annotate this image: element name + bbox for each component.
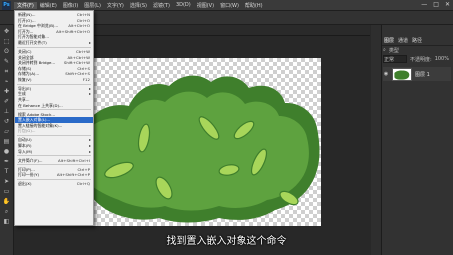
path-select-tool-icon[interactable]: ➤ — [2, 178, 11, 185]
menu-item-import[interactable]: 导入(M) ▸ — [15, 149, 93, 155]
blend-opacity-row: 正常 不透明度: 100% — [383, 55, 451, 63]
menu-edit[interactable]: 编辑(E) — [37, 2, 60, 9]
history-brush-tool-icon[interactable]: ↺ — [2, 118, 11, 125]
maximize-icon[interactable]: □ — [433, 1, 439, 8]
close-icon[interactable]: ✕ — [445, 1, 450, 8]
crop-tool-icon[interactable]: ⌗ — [2, 68, 11, 75]
submenu-arrow-icon: ▸ — [88, 39, 91, 45]
file-menu-dropdown: 新建(N)... Ctrl+N 打开(O)... Ctrl+O 在 Bridge 中… — [14, 10, 94, 226]
tab-layers[interactable]: 图层 — [384, 37, 394, 44]
menu-select[interactable]: 选择(S) — [127, 2, 150, 9]
menu-item-file-info[interactable]: 文件简介(F)... Alt+Shift+Ctrl+I — [15, 158, 93, 164]
color-swatches-icon[interactable]: ◧ — [2, 218, 11, 225]
menu-separator — [17, 164, 91, 166]
stamp-tool-icon[interactable]: ⊥ — [2, 108, 11, 115]
gradient-tool-icon[interactable]: ▤ — [2, 138, 11, 145]
menu-filter[interactable]: 滤镜(T) — [150, 2, 173, 9]
menu-help[interactable]: 帮助(H) — [242, 2, 266, 9]
video-subtitle: 找到置入嵌入对象这个命令 — [166, 236, 287, 247]
layer-thumbnail — [392, 67, 412, 81]
brush-tool-icon[interactable]: ✐ — [2, 98, 11, 105]
layer-name[interactable]: 图层 1 — [415, 71, 430, 78]
move-tool-icon[interactable]: ✥ — [2, 28, 11, 35]
canvas[interactable] — [89, 58, 321, 226]
quick-select-tool-icon[interactable]: ✎ — [2, 58, 11, 65]
layer-filter-label[interactable]: 类型 — [389, 47, 399, 54]
layers-panel-tabs: 图层 通道 路径 — [382, 36, 453, 46]
menu-separator — [17, 83, 91, 85]
menu-view[interactable]: 视图(V) — [194, 2, 217, 9]
eye-icon[interactable]: ◉ — [383, 71, 389, 77]
search-icon: ⌕ — [383, 47, 386, 53]
hand-tool-icon[interactable]: ✋ — [2, 198, 11, 205]
menu-item-print-one[interactable]: 打印一份(Y) Alt+Shift+Ctrl+P — [15, 172, 93, 178]
menu-3d[interactable]: 3D(D) — [173, 2, 194, 8]
opacity-value[interactable]: 100% — [435, 56, 449, 62]
dodge-tool-icon[interactable]: ● — [2, 148, 11, 155]
menu-item-package[interactable]: 打包(G)... — [15, 128, 93, 134]
pen-tool-icon[interactable]: ✒ — [2, 158, 11, 165]
menu-image[interactable]: 图像(I) — [60, 2, 81, 9]
menu-type[interactable]: 文字(Y) — [104, 2, 127, 9]
eyedropper-tool-icon[interactable]: ⌁ — [2, 78, 11, 85]
zoom-tool-icon[interactable]: ⌕ — [2, 208, 11, 215]
tab-channels[interactable]: 通道 — [398, 37, 408, 44]
tab-paths[interactable]: 路径 — [412, 37, 422, 44]
menu-item-revert[interactable]: 恢复(V) F12 — [15, 77, 93, 83]
layer-row[interactable]: ◉ 图层 1 — [383, 67, 451, 81]
submenu-arrow-icon: ▸ — [88, 148, 91, 154]
type-tool-icon[interactable]: T — [2, 168, 11, 175]
menu-layer[interactable]: 图层(L) — [81, 2, 104, 9]
menu-separator — [17, 46, 91, 48]
healing-tool-icon[interactable]: ✚ — [2, 88, 11, 95]
layer-filter-row: ⌕ 类型 — [383, 46, 451, 54]
minimize-icon[interactable]: — — [421, 1, 427, 8]
tools-panel: ✥ ⬚ ʘ ✎ ⌗ ⌁ ✚ ✐ ⊥ ↺ ▱ ▤ ● ✒ T ➤ ▭ ✋ ⌕ ◧ — [0, 25, 14, 255]
bush-illustration — [89, 75, 320, 223]
marquee-tool-icon[interactable]: ⬚ — [2, 38, 11, 45]
photoshop-logo: Ps — [2, 0, 11, 10]
eraser-tool-icon[interactable]: ▱ — [2, 128, 11, 135]
menu-separator — [17, 109, 91, 111]
menu-separator — [17, 135, 91, 137]
menu-item-exit[interactable]: 退出(X) Ctrl+Q — [15, 181, 93, 187]
menu-item-share-behance[interactable]: 在 Behance 上共享(D)... — [15, 103, 93, 109]
menu-window[interactable]: 窗口(W) — [217, 2, 242, 9]
blend-mode-select[interactable]: 正常 — [383, 55, 407, 63]
shape-tool-icon[interactable]: ▭ — [2, 188, 11, 195]
menu-file[interactable]: 文件(F) — [14, 1, 37, 9]
menu-separator — [17, 178, 91, 180]
lasso-tool-icon[interactable]: ʘ — [2, 48, 11, 55]
menu-item-recent-files[interactable]: 最近打开文件(T) ▸ — [15, 40, 93, 46]
opacity-label: 不透明度: — [410, 56, 432, 63]
panel-icon-strip — [371, 25, 382, 255]
menu-separator — [17, 155, 91, 157]
window-controls: — □ ✕ — [421, 1, 450, 8]
